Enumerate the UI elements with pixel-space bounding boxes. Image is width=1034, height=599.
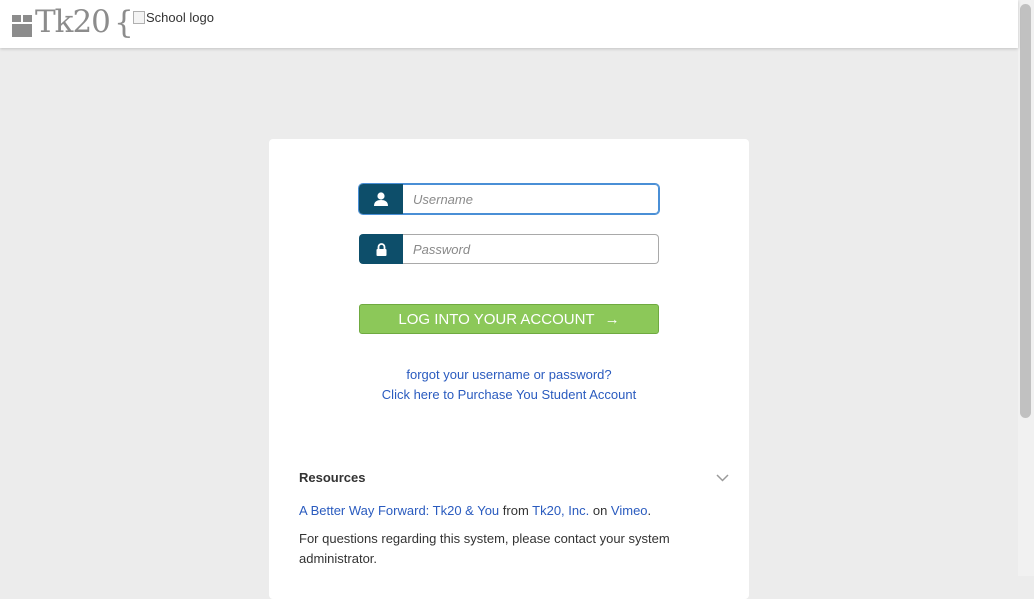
logo-brace: {	[114, 5, 134, 41]
forgot-credentials-link[interactable]: forgot your username or password?	[269, 365, 749, 385]
resources-header[interactable]: Resources	[299, 470, 729, 485]
username-input[interactable]	[403, 184, 659, 214]
username-field-group	[359, 184, 659, 214]
resources-body: A Better Way Forward: Tk20 & You from Tk…	[299, 501, 699, 577]
lock-icon	[376, 242, 386, 256]
password-field-group	[359, 234, 659, 264]
scrollbar-thumb[interactable]	[1020, 4, 1031, 418]
login-button[interactable]: LOG INTO YOUR ACCOUNT →	[359, 304, 659, 334]
tk20-logo-text: Tk20	[35, 4, 111, 40]
on-text: on	[589, 503, 611, 518]
chevron-down-icon[interactable]	[716, 473, 729, 482]
password-input[interactable]	[403, 234, 659, 264]
video-link[interactable]: A Better Way Forward: Tk20 & You	[299, 503, 499, 518]
vimeo-link[interactable]: Vimeo	[611, 503, 648, 518]
from-text: from	[499, 503, 533, 518]
arrow-right-icon: →	[604, 310, 620, 328]
school-logo-alt-text: School logo	[146, 10, 214, 25]
video-credit: A Better Way Forward: Tk20 & You from Tk…	[299, 501, 699, 521]
account-links: forgot your username or password? Click …	[269, 365, 749, 405]
top-header: Tk20 { School logo	[0, 0, 1018, 48]
school-logo: School logo	[133, 10, 214, 25]
broken-image-icon	[133, 11, 145, 24]
company-link[interactable]: Tk20, Inc.	[532, 503, 589, 518]
user-icon	[374, 192, 388, 206]
purchase-account-link[interactable]: Click here to Purchase You Student Accou…	[269, 385, 749, 405]
tk20-logo-mark-icon	[12, 15, 32, 37]
password-addon	[359, 234, 403, 264]
login-card: LOG INTO YOUR ACCOUNT → forgot your user…	[269, 139, 749, 599]
login-button-label: LOG INTO YOUR ACCOUNT	[398, 310, 595, 328]
resources-title: Resources	[299, 470, 366, 485]
contact-text: For questions regarding this system, ple…	[299, 531, 670, 566]
username-addon	[359, 184, 403, 214]
period-text: .	[647, 503, 652, 518]
